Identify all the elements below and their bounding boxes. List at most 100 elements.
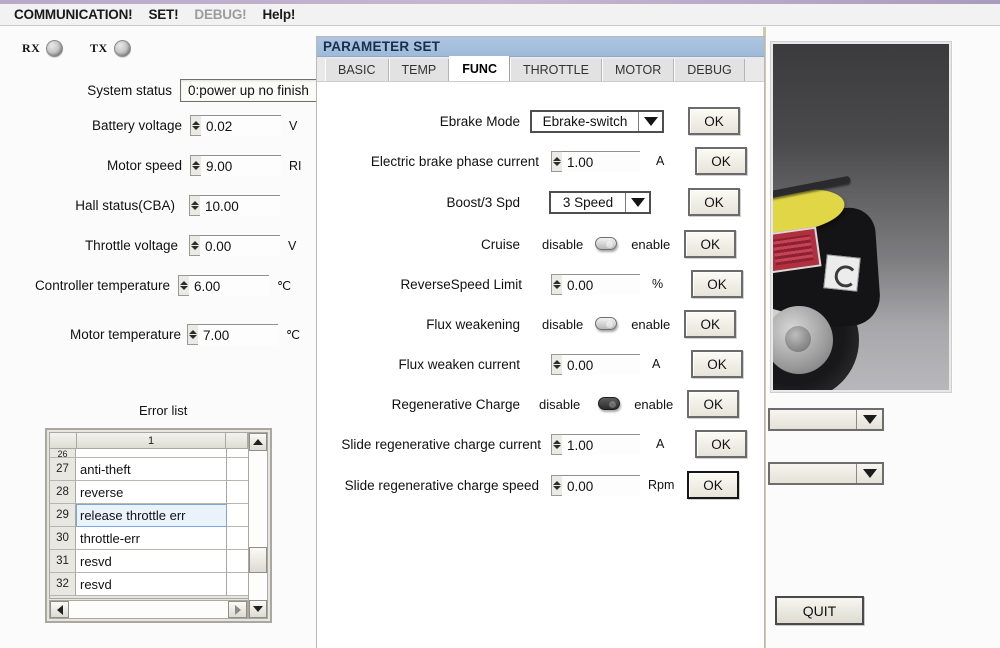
electric-brake-phase-current-ok-button[interactable]: OK bbox=[695, 147, 747, 175]
slide-regenerative-charge-speed-ok-button[interactable]: OK bbox=[687, 471, 739, 499]
chevron-down-icon[interactable] bbox=[625, 193, 649, 212]
ebrake-mode-ok-button[interactable]: OK bbox=[688, 107, 740, 135]
table-row[interactable]: 30 throttle-err bbox=[50, 527, 248, 550]
chevron-down-icon[interactable] bbox=[638, 112, 662, 131]
throttle-voltage-value[interactable]: 0.00 bbox=[200, 235, 280, 256]
menu-item-communication[interactable]: COMMUNICATION! bbox=[6, 7, 140, 22]
hall-status-stepper[interactable]: 10.00 bbox=[189, 195, 280, 216]
motor-speed-stepper[interactable]: 9.00 bbox=[190, 155, 281, 176]
flux-weaken-current-stepper[interactable]: 0.00 bbox=[551, 354, 640, 375]
scroll-left-icon[interactable] bbox=[50, 601, 69, 618]
row-index: 31 bbox=[50, 550, 76, 573]
background-combo-top-value[interactable] bbox=[770, 410, 856, 429]
table-row[interactable]: 26 bbox=[50, 449, 248, 458]
chevron-down-icon[interactable] bbox=[856, 410, 882, 429]
rx-indicator-group: RX bbox=[22, 40, 63, 57]
hall-status-value[interactable]: 10.00 bbox=[200, 195, 280, 216]
boost-3-spd-ok-button[interactable]: OK bbox=[688, 188, 740, 216]
error-list-horizontal-scrollbar[interactable] bbox=[49, 600, 248, 619]
tab-temp[interactable]: TEMP bbox=[389, 59, 450, 81]
flux-weakening-ok-button[interactable]: OK bbox=[684, 310, 736, 338]
row-text[interactable]: anti-theft bbox=[76, 458, 227, 481]
spin-buttons[interactable] bbox=[551, 274, 562, 295]
chevron-down-icon[interactable] bbox=[856, 464, 882, 483]
row-index: 27 bbox=[50, 458, 76, 481]
regenerative-charge-ok-button[interactable]: OK bbox=[687, 390, 739, 418]
tab-debug[interactable]: DEBUG bbox=[674, 59, 744, 81]
quit-button[interactable]: QUIT bbox=[775, 596, 864, 625]
cruise-toggle[interactable] bbox=[595, 236, 629, 252]
reverse-speed-limit-stepper[interactable]: 0.00 bbox=[551, 274, 640, 295]
slide-regenerative-charge-speed-value[interactable]: 0.00 bbox=[562, 475, 640, 496]
battery-voltage-spin-buttons[interactable] bbox=[190, 115, 201, 136]
flux-weaken-current-ok-button[interactable]: OK bbox=[691, 350, 743, 378]
background-combo-bottom-value[interactable] bbox=[770, 464, 856, 483]
controller-temperature-value[interactable]: 6.00 bbox=[189, 275, 269, 296]
spin-buttons[interactable] bbox=[551, 434, 562, 455]
spin-buttons[interactable] bbox=[551, 354, 562, 375]
motor-temperature-stepper[interactable]: 7.00 bbox=[187, 324, 278, 345]
throttle-voltage-spin-buttons[interactable] bbox=[189, 235, 200, 256]
electric-brake-phase-current-value[interactable]: 1.00 bbox=[562, 151, 640, 172]
tab-throttle[interactable]: THROTTLE bbox=[510, 59, 602, 81]
row-text[interactable]: release throttle err bbox=[76, 504, 227, 527]
background-combo-top[interactable] bbox=[768, 408, 884, 431]
background-combo-bottom[interactable] bbox=[768, 462, 884, 485]
table-row[interactable]: 32 resvd bbox=[50, 573, 248, 596]
row-text[interactable]: resvd bbox=[76, 573, 227, 596]
scooter-photo bbox=[773, 44, 949, 390]
throttle-voltage-stepper[interactable]: 0.00 bbox=[189, 235, 280, 256]
row-index: 26 bbox=[50, 449, 76, 458]
tab-motor[interactable]: MOTOR bbox=[602, 59, 674, 81]
table-row[interactable]: 27 anti-theft bbox=[50, 458, 248, 481]
horizontal-scroll-track[interactable] bbox=[69, 601, 228, 618]
reverse-speed-limit-value[interactable]: 0.00 bbox=[562, 274, 640, 295]
cruise-ok-button[interactable]: OK bbox=[684, 230, 736, 258]
ebrake-mode-value[interactable]: Ebrake-switch bbox=[532, 112, 638, 131]
row-text[interactable] bbox=[76, 449, 227, 458]
dialog-title-bar[interactable]: PARAMETER SET bbox=[317, 37, 764, 57]
menu-item-help[interactable]: Help! bbox=[254, 7, 303, 22]
boost-3-spd-value[interactable]: 3 Speed bbox=[551, 193, 625, 212]
electric-brake-phase-current-stepper[interactable]: 1.00 bbox=[551, 151, 640, 172]
vertical-scroll-track[interactable] bbox=[249, 451, 267, 600]
motor-speed-value[interactable]: 9.00 bbox=[201, 155, 281, 176]
table-row[interactable]: 28 reverse bbox=[50, 481, 248, 504]
menu-item-set[interactable]: SET! bbox=[140, 7, 186, 22]
row-text[interactable]: resvd bbox=[76, 550, 227, 573]
spin-buttons[interactable] bbox=[551, 475, 562, 496]
vertical-scroll-thumb[interactable] bbox=[249, 547, 267, 573]
motor-speed-spin-buttons[interactable] bbox=[190, 155, 201, 176]
scroll-right-icon[interactable] bbox=[228, 601, 247, 618]
slide-regenerative-charge-current-stepper[interactable]: 1.00 bbox=[551, 434, 640, 455]
slide-regenerative-charge-current-ok-button[interactable]: OK bbox=[695, 430, 747, 458]
slide-regenerative-charge-current-value[interactable]: 1.00 bbox=[562, 434, 640, 455]
flux-weaken-current-value[interactable]: 0.00 bbox=[562, 354, 640, 375]
error-list-vertical-scrollbar[interactable] bbox=[248, 432, 268, 619]
dialog-tab-strip[interactable]: BASIC TEMP FUNC THROTTLE MOTOR DEBUG bbox=[317, 57, 764, 82]
scroll-up-icon[interactable] bbox=[249, 433, 267, 451]
scroll-down-icon[interactable] bbox=[249, 600, 267, 618]
row-text[interactable]: reverse bbox=[76, 481, 227, 504]
battery-voltage-value[interactable]: 0.02 bbox=[201, 115, 281, 136]
error-list-body[interactable]: 26 27 anti-theft 28 reverse bbox=[49, 449, 248, 599]
battery-voltage-stepper[interactable]: 0.02 bbox=[190, 115, 281, 136]
ebrake-mode-select[interactable]: Ebrake-switch bbox=[530, 110, 664, 133]
error-list-table[interactable]: 1 26 27 anti-theft 28 bbox=[45, 428, 272, 623]
table-row-selected[interactable]: 29 release throttle err bbox=[50, 504, 248, 527]
hall-status-spin-buttons[interactable] bbox=[189, 195, 200, 216]
controller-temperature-spin-buttons[interactable] bbox=[178, 275, 189, 296]
flux-weakening-toggle[interactable] bbox=[595, 316, 629, 332]
tab-func[interactable]: FUNC bbox=[449, 56, 510, 81]
regenerative-charge-toggle[interactable] bbox=[590, 396, 624, 412]
row-text[interactable]: throttle-err bbox=[76, 527, 227, 550]
spin-buttons[interactable] bbox=[551, 151, 562, 172]
motor-temperature-spin-buttons[interactable] bbox=[187, 324, 198, 345]
tab-basic[interactable]: BASIC bbox=[325, 59, 389, 81]
controller-temperature-stepper[interactable]: 6.00 bbox=[178, 275, 269, 296]
reverse-speed-limit-ok-button[interactable]: OK bbox=[691, 270, 743, 298]
motor-temperature-value[interactable]: 7.00 bbox=[198, 324, 278, 345]
table-row[interactable]: 31 resvd bbox=[50, 550, 248, 573]
slide-regenerative-charge-speed-stepper[interactable]: 0.00 bbox=[551, 475, 640, 496]
boost-3-spd-select[interactable]: 3 Speed bbox=[549, 191, 651, 214]
